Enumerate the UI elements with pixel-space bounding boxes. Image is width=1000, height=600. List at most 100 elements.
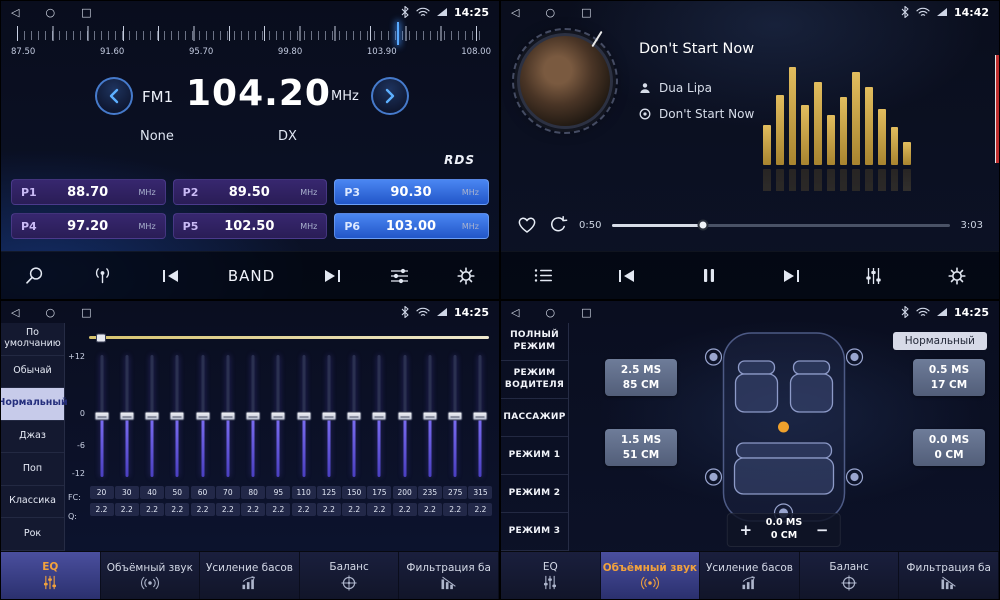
progress-slider[interactable] — [612, 224, 949, 227]
increase-button[interactable]: + — [738, 521, 754, 539]
previous-button[interactable] — [618, 269, 636, 283]
slider-knob[interactable] — [397, 412, 412, 421]
master-level-slider[interactable] — [89, 336, 489, 339]
home-icon[interactable]: ○ — [545, 6, 555, 19]
next-button[interactable] — [782, 269, 800, 283]
back-icon[interactable]: ◁ — [11, 306, 19, 319]
tone-settings-button[interactable] — [390, 268, 409, 284]
preset-button[interactable]: P6 103.00 MHz — [334, 213, 489, 239]
band-gain-slider[interactable] — [316, 355, 341, 477]
tab-bass-boost[interactable]: Усиление басов — [200, 552, 300, 599]
band-gain-slider[interactable] — [392, 355, 417, 477]
listening-mode-item[interactable]: РЕЖИМ ВОДИТЕЛЯ — [501, 361, 568, 399]
slider-knob[interactable] — [170, 412, 185, 421]
listening-mode-item[interactable]: ПАССАЖИР — [501, 399, 568, 437]
band-gain-slider[interactable] — [342, 355, 367, 477]
band-gain-slider[interactable] — [266, 355, 291, 477]
tab-bass-boost[interactable]: Усиление басов — [700, 552, 800, 599]
tab-eq[interactable]: EQ — [501, 552, 601, 599]
next-button[interactable] — [323, 269, 341, 283]
tab-surround[interactable]: Объёмный звук — [601, 552, 701, 599]
tab-surround[interactable]: Объёмный звук — [101, 552, 201, 599]
back-icon[interactable]: ◁ — [511, 306, 519, 319]
progress-knob[interactable] — [698, 220, 709, 231]
delay-rear-right[interactable]: 0.0 MS 0 CM — [913, 429, 985, 466]
recents-icon[interactable]: □ — [581, 6, 591, 19]
back-icon[interactable]: ◁ — [11, 6, 19, 19]
settings-button[interactable] — [457, 267, 475, 285]
listening-mode-item[interactable]: РЕЖИМ 3 — [501, 513, 568, 551]
listening-mode-item[interactable]: РЕЖИМ 2 — [501, 475, 568, 513]
slider-knob[interactable] — [448, 412, 463, 421]
album-art[interactable] — [517, 33, 613, 129]
surround-preset-button[interactable]: Нормальный — [893, 332, 987, 350]
eq-preset-item[interactable]: Поп — [1, 453, 64, 486]
previous-button[interactable] — [162, 269, 180, 283]
mixer-button[interactable] — [865, 267, 882, 285]
band-button[interactable]: BAND — [228, 267, 275, 285]
seek-up-button[interactable] — [371, 77, 409, 115]
tab-eq[interactable]: EQ — [1, 552, 101, 599]
recents-icon[interactable]: □ — [581, 306, 591, 319]
slider-knob[interactable] — [94, 412, 109, 421]
band-gain-slider[interactable] — [140, 355, 165, 477]
eq-preset-item[interactable]: Классика — [1, 486, 64, 519]
listening-mode-item[interactable]: ПОЛНЫЙ РЕЖИМ — [501, 323, 568, 361]
slider-knob[interactable] — [119, 412, 134, 421]
tab-balance[interactable]: Баланс — [800, 552, 900, 599]
delay-front-right[interactable]: 0.5 MS 17 CM — [913, 359, 985, 396]
band-gain-slider[interactable] — [241, 355, 266, 477]
pause-button[interactable] — [702, 268, 716, 283]
band-gain-slider[interactable] — [417, 355, 442, 477]
preset-button[interactable]: P1 88.70 MHz — [11, 179, 166, 205]
slider-knob[interactable] — [321, 412, 336, 421]
listening-mode-item[interactable]: РЕЖИМ 1 — [501, 437, 568, 475]
tab-balance[interactable]: Баланс — [300, 552, 400, 599]
preset-button[interactable]: P4 97.20 MHz — [11, 213, 166, 239]
tab-filter[interactable]: Фильтрация ба — [899, 552, 999, 599]
band-gain-slider[interactable] — [165, 355, 190, 477]
slider-knob[interactable] — [145, 412, 160, 421]
slider-knob[interactable] — [372, 412, 387, 421]
tab-filter[interactable]: Фильтрация ба — [399, 552, 499, 599]
master-level-knob[interactable] — [96, 333, 106, 342]
band-gain-slider[interactable] — [468, 355, 493, 477]
slider-knob[interactable] — [246, 412, 261, 421]
eq-preset-item[interactable]: Джаз — [1, 421, 64, 454]
decrease-button[interactable]: − — [814, 521, 830, 539]
preset-button[interactable]: P3 90.30 MHz — [334, 179, 489, 205]
home-icon[interactable]: ○ — [545, 306, 555, 319]
recents-icon[interactable]: □ — [81, 306, 91, 319]
preset-button[interactable]: P2 89.50 MHz — [173, 179, 328, 205]
search-button[interactable] — [25, 266, 44, 285]
band-gain-slider[interactable] — [215, 355, 240, 477]
band-gain-slider[interactable] — [190, 355, 215, 477]
band-gain-slider[interactable] — [89, 355, 114, 477]
slider-knob[interactable] — [422, 412, 437, 421]
slider-knob[interactable] — [220, 412, 235, 421]
home-icon[interactable]: ○ — [45, 306, 55, 319]
eq-preset-item[interactable]: Нормальный — [1, 388, 64, 421]
eq-preset-item[interactable]: Обычай — [1, 356, 64, 389]
back-icon[interactable]: ◁ — [511, 6, 519, 19]
home-icon[interactable]: ○ — [45, 6, 55, 19]
playlist-button[interactable] — [534, 268, 553, 283]
band-gain-slider[interactable] — [291, 355, 316, 477]
preset-button[interactable]: P5 102.50 MHz — [173, 213, 328, 239]
eq-preset-item[interactable]: Рок — [1, 518, 64, 551]
settings-button[interactable] — [948, 267, 966, 285]
band-gain-slider[interactable] — [367, 355, 392, 477]
slider-knob[interactable] — [296, 412, 311, 421]
recents-icon[interactable]: □ — [81, 6, 91, 19]
slider-knob[interactable] — [473, 412, 488, 421]
delay-front-left[interactable]: 2.5 MS 85 CM — [605, 359, 677, 396]
slider-knob[interactable] — [195, 412, 210, 421]
eq-preset-item[interactable]: По умолчанию — [1, 323, 64, 356]
band-gain-slider[interactable] — [114, 355, 139, 477]
slider-knob[interactable] — [271, 412, 286, 421]
repeat-button[interactable] — [548, 216, 568, 234]
slider-knob[interactable] — [347, 412, 362, 421]
delay-rear-left[interactable]: 1.5 MS 51 CM — [605, 429, 677, 466]
broadcast-button[interactable] — [92, 267, 113, 284]
band-gain-slider[interactable] — [443, 355, 468, 477]
